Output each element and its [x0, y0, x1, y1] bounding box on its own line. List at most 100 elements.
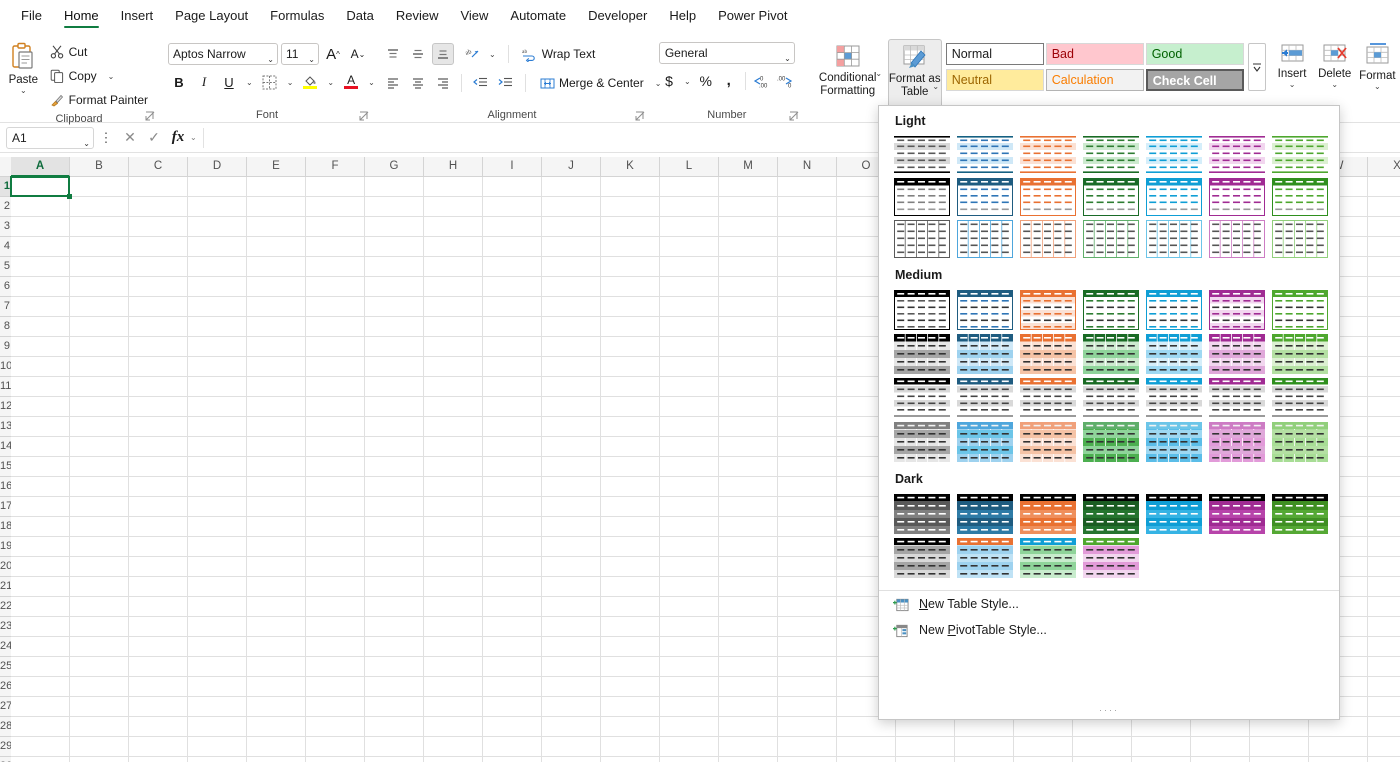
ribbon-tab-formulas[interactable]: Formulas	[259, 2, 335, 30]
table-style-dark-8-black[interactable]	[892, 536, 952, 580]
row-header-14[interactable]: 14	[0, 437, 11, 457]
accounting-chevron-down-icon[interactable]: ⌄	[681, 77, 694, 85]
format-as-table-chevron-down-icon[interactable]: ⌄	[932, 83, 939, 91]
row-header-3[interactable]: 3	[0, 217, 11, 237]
row-header-29[interactable]: 29	[0, 737, 11, 757]
table-style-dark-7-lime[interactable]	[1270, 492, 1330, 536]
ribbon-tab-page-layout[interactable]: Page Layout	[164, 2, 259, 30]
ribbon-tab-help[interactable]: Help	[658, 2, 707, 30]
table-style-medium-26-light-blue[interactable]	[1144, 420, 1204, 464]
column-header-N[interactable]: N	[778, 157, 837, 177]
wrap-text-button[interactable]: ab Wrap Text	[518, 43, 600, 65]
cell-style-check-cell[interactable]: Check Cell	[1145, 69, 1244, 91]
cell-style-good[interactable]: Good	[1145, 43, 1244, 65]
comma-format-button[interactable]: ,	[718, 70, 740, 92]
align-left-button[interactable]	[382, 72, 404, 94]
confirm-entry-button[interactable]: ✓	[142, 127, 166, 149]
font-dialog-launcher[interactable]	[359, 111, 370, 122]
table-style-dark-4-green[interactable]	[1081, 492, 1141, 536]
table-style-medium-1-black[interactable]	[892, 288, 952, 332]
table-style-medium-20-purple[interactable]	[1207, 376, 1267, 420]
ribbon-tab-file[interactable]: File	[10, 2, 53, 30]
align-middle-button[interactable]	[407, 43, 429, 65]
row-header-15[interactable]: 15	[0, 457, 11, 477]
font-size-chevron-down-icon[interactable]: ⌄	[308, 50, 315, 70]
row-header-22[interactable]: 22	[0, 597, 11, 617]
formula-bar-overflow-icon[interactable]: ⋮	[94, 127, 118, 149]
bold-button[interactable]: B	[168, 71, 190, 93]
ribbon-tab-home[interactable]: Home	[53, 2, 110, 30]
column-header-E[interactable]: E	[247, 157, 306, 177]
column-header-M[interactable]: M	[719, 157, 778, 177]
insert-chevron-down-icon[interactable]: ⌄	[1289, 81, 1296, 89]
row-header-11[interactable]: 11	[0, 377, 11, 397]
resize-grip[interactable]: ····	[879, 705, 1339, 715]
clipboard-dialog-launcher[interactable]	[145, 111, 156, 122]
table-style-light-3-orange[interactable]	[1018, 134, 1078, 176]
table-style-light-14-lime[interactable]	[1270, 176, 1330, 218]
column-header-G[interactable]: G	[365, 157, 424, 177]
table-style-medium-7-lime[interactable]	[1270, 288, 1330, 332]
table-style-medium-4-green[interactable]	[1081, 288, 1141, 332]
table-style-light-2-blue[interactable]	[955, 134, 1015, 176]
row-header-6[interactable]: 6	[0, 277, 11, 297]
insert-function-button[interactable]: fx	[166, 127, 190, 149]
table-style-dark-2-blue[interactable]	[955, 492, 1015, 536]
table-style-dark-1-black[interactable]	[892, 492, 952, 536]
table-style-dark-11-lime[interactable]	[1081, 536, 1141, 580]
row-header-12[interactable]: 12	[0, 397, 11, 417]
column-header-X[interactable]: X	[1368, 157, 1400, 177]
insert-cells-button[interactable]: Insert ⌄	[1271, 39, 1314, 89]
underline-chevron-down-icon[interactable]: ⌄	[243, 78, 256, 86]
increase-indent-button[interactable]	[494, 72, 516, 94]
new-pivottable-style-menu-item[interactable]: New PivotTable Style...	[879, 617, 1339, 643]
ribbon-tab-automate[interactable]: Automate	[499, 2, 577, 30]
column-header-H[interactable]: H	[424, 157, 483, 177]
table-style-dark-3-orange[interactable]	[1018, 492, 1078, 536]
row-header-24[interactable]: 24	[0, 637, 11, 657]
underline-button[interactable]: U	[218, 71, 240, 93]
row-header-26[interactable]: 26	[0, 677, 11, 697]
table-style-medium-16-blue[interactable]	[955, 376, 1015, 420]
font-color-button[interactable]: A	[340, 71, 362, 93]
format-chevron-down-icon[interactable]: ⌄	[1374, 83, 1381, 91]
delete-cells-button[interactable]: Delete ⌄	[1313, 39, 1356, 89]
fill-color-button[interactable]	[299, 71, 321, 93]
table-style-dark-10-light-blue[interactable]	[1018, 536, 1078, 580]
number-format-chevron-down-icon[interactable]: ⌄	[784, 49, 791, 69]
orientation-chevron-down-icon[interactable]: ⌄	[486, 50, 499, 58]
increase-decimal-button[interactable]: 0 .00	[751, 70, 773, 92]
row-header-2[interactable]: 2	[0, 197, 11, 217]
row-header-16[interactable]: 16	[0, 477, 11, 497]
font-name-chevron-down-icon[interactable]: ⌄	[267, 50, 274, 70]
table-style-light-19-light-blue[interactable]	[1144, 218, 1204, 260]
table-style-medium-27-purple[interactable]	[1207, 420, 1267, 464]
column-header-A[interactable]: A	[11, 157, 70, 177]
format-cells-button[interactable]: Format ⌄	[1356, 39, 1399, 91]
table-style-light-9-blue[interactable]	[955, 176, 1015, 218]
cell-style-normal[interactable]: Normal	[945, 43, 1044, 65]
table-style-light-21-lime[interactable]	[1270, 218, 1330, 260]
number-dialog-launcher[interactable]	[789, 111, 800, 122]
ribbon-tab-data[interactable]: Data	[335, 2, 384, 30]
row-header-4[interactable]: 4	[0, 237, 11, 257]
cut-button[interactable]: Cut	[45, 41, 152, 63]
table-style-medium-15-black[interactable]	[892, 376, 952, 420]
conditional-formatting-chevron-down-icon[interactable]: ⌄	[875, 70, 882, 78]
row-header-17[interactable]: 17	[0, 497, 11, 517]
table-style-medium-10-orange[interactable]	[1018, 332, 1078, 376]
increase-font-size-button[interactable]: A ^	[322, 43, 344, 65]
cell-style-calculation[interactable]: Calculation	[1045, 69, 1144, 91]
italic-button[interactable]: I	[193, 71, 215, 93]
table-style-light-1-black[interactable]	[892, 134, 952, 176]
table-style-dark-9-orange[interactable]	[955, 536, 1015, 580]
table-style-light-18-green[interactable]	[1081, 218, 1141, 260]
table-style-medium-28-lime[interactable]	[1270, 420, 1330, 464]
decrease-decimal-button[interactable]: .00 0	[774, 70, 796, 92]
name-box-chevron-down-icon[interactable]: ⌄	[83, 134, 90, 154]
table-style-light-7-lime[interactable]	[1270, 134, 1330, 176]
row-header-13[interactable]: 13	[0, 417, 11, 437]
column-header-C[interactable]: C	[129, 157, 188, 177]
table-style-light-17-orange[interactable]	[1018, 218, 1078, 260]
percent-format-button[interactable]: %	[695, 70, 717, 92]
